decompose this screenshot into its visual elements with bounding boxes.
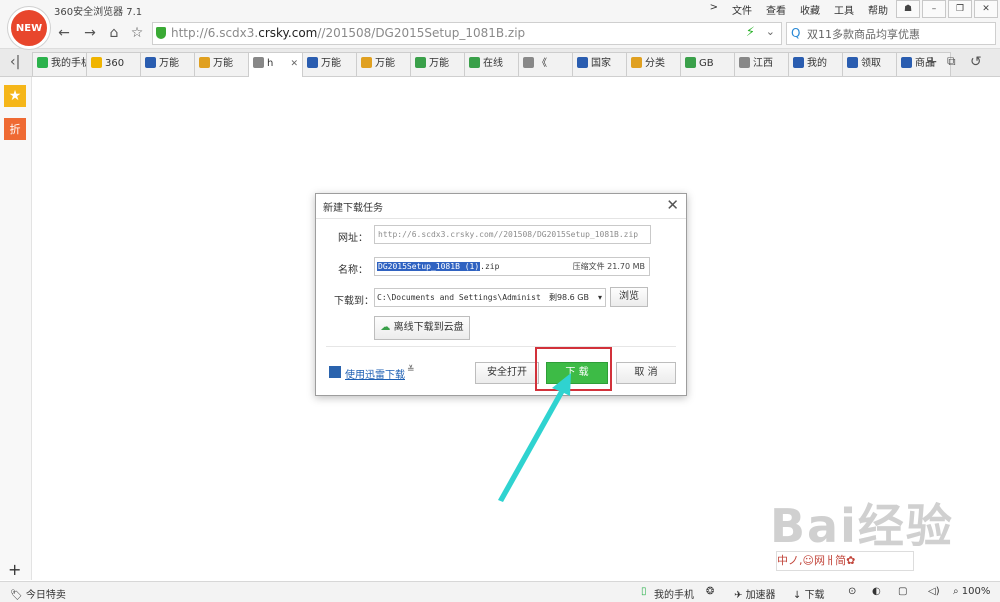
browser-doctor-icon[interactable]: ❂ <box>706 586 714 597</box>
zoom-item[interactable]: ⌕ 100% <box>953 586 990 597</box>
downloads-item[interactable]: ↓ 下载 <box>793 586 825 601</box>
mobile-icon[interactable]: ▯ <box>641 586 647 597</box>
annotation-arrow-shape <box>498 373 571 502</box>
browser-logo[interactable]: NEW <box>8 7 50 49</box>
status-bar: 🏷 今日特卖 ▯ 我的手机 ❂ ✈ 加速器 ↓ 下载 ⊙ ◐ ▢ ◁) ⌕ 10… <box>0 581 1000 602</box>
theme-icon[interactable]: ◐ <box>872 586 881 597</box>
sound-icon[interactable]: ◁) <box>928 586 940 597</box>
my-phone-item[interactable]: 我的手机 <box>654 586 694 601</box>
baidu-watermark: Bai经验 <box>770 499 954 553</box>
window-icon[interactable]: ▢ <box>898 586 907 597</box>
today-sale-item[interactable]: 🏷 今日特卖 <box>10 586 66 601</box>
clean-icon[interactable]: ⊙ <box>848 586 856 597</box>
accelerator-item[interactable]: ✈ 加速器 <box>734 586 776 601</box>
ime-toolbar: 中ノ,☺网ㅐ简✿ <box>776 551 914 571</box>
